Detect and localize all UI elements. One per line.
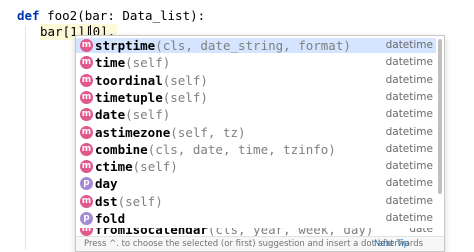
property-icon: p [80, 177, 93, 191]
method-icon: m [80, 108, 93, 122]
method-icon: m [80, 228, 93, 236]
completion-type: datetime [385, 142, 433, 155]
completion-item-fold[interactable]: p fold datetime [76, 211, 436, 226]
completion-params: (cls, date, time, tzinfo) [147, 141, 336, 157]
completion-type: datetime [385, 73, 433, 86]
completion-type: datetime [385, 108, 433, 121]
completion-name: timetuple [95, 89, 163, 105]
code-line-def[interactable]: def foo2(bar: Data_list): [17, 8, 205, 24]
completion-name: toordinal [95, 72, 163, 88]
completion-name: combine [95, 141, 148, 157]
method-icon: m [80, 160, 93, 174]
completion-name: ctime [95, 159, 133, 175]
completion-item-ctime[interactable]: m ctime(self) datetime [76, 159, 436, 174]
completion-type: datetime [385, 194, 433, 207]
completion-name: strptime [95, 38, 156, 53]
completion-type: datetime [385, 125, 433, 138]
keyword-def: def [17, 8, 40, 23]
function-signature: foo2(bar: Data_list): [47, 8, 206, 23]
completion-popup[interactable]: m strptime(cls, date_string, format) datet… [75, 35, 445, 252]
completion-params: (self) [125, 107, 171, 123]
method-icon: m [80, 56, 93, 70]
completion-name: astimezone [95, 124, 171, 140]
code-editor[interactable]: def foo2(bar: Data_list): bar[1][0]. m st… [0, 0, 474, 252]
completion-name: fold [95, 211, 126, 226]
method-icon: m [80, 90, 93, 104]
completion-item-timetuple[interactable]: m timetuple(self) datetime [76, 90, 436, 105]
completion-params: (cls, date_string, format) [155, 38, 351, 53]
completion-name: date [95, 107, 126, 123]
completion-params: (self) [162, 89, 208, 105]
method-icon: m [80, 73, 93, 87]
method-icon: m [80, 39, 93, 52]
completion-item-date[interactable]: m date(self) datetime [76, 107, 436, 122]
completion-name: dst [95, 193, 118, 209]
completion-params: (self, tz) [170, 124, 246, 140]
completion-params: (self) [117, 193, 163, 209]
property-icon: p [80, 212, 93, 225]
completion-type: datetime [385, 56, 433, 69]
completion-params: (self) [132, 159, 178, 175]
completion-item-strptime[interactable]: m strptime(cls, date_string, format) datet… [76, 38, 436, 53]
method-icon: m [80, 125, 93, 139]
completion-type: datetime [385, 160, 433, 173]
completion-type: datetime [385, 39, 433, 51]
completion-type: datetime [385, 90, 433, 103]
completion-name: day [95, 176, 118, 192]
completion-item-astimezone[interactable]: m astimezone(self, tz) datetime [76, 125, 436, 140]
completion-type: datetime [385, 212, 433, 224]
completion-item-toordinal[interactable]: m toordinal(self) datetime [76, 73, 436, 88]
completion-item-time[interactable]: m time(self) datetime [76, 55, 436, 70]
method-icon: m [80, 194, 93, 208]
completion-item-day[interactable]: p day datetime [76, 176, 436, 191]
completion-type: datetime [385, 177, 433, 190]
completion-params: (self) [162, 72, 208, 88]
indent-guide [25, 26, 26, 250]
completion-name: time [95, 55, 126, 71]
method-icon: m [80, 142, 93, 156]
scrollbar-thumb[interactable] [438, 39, 442, 194]
completion-params: (self) [125, 55, 171, 71]
completion-item-dst[interactable]: m dst(self) datetime [76, 194, 436, 209]
completion-item-combine[interactable]: m combine(cls, date, time, tzinfo) datetim… [76, 142, 436, 157]
